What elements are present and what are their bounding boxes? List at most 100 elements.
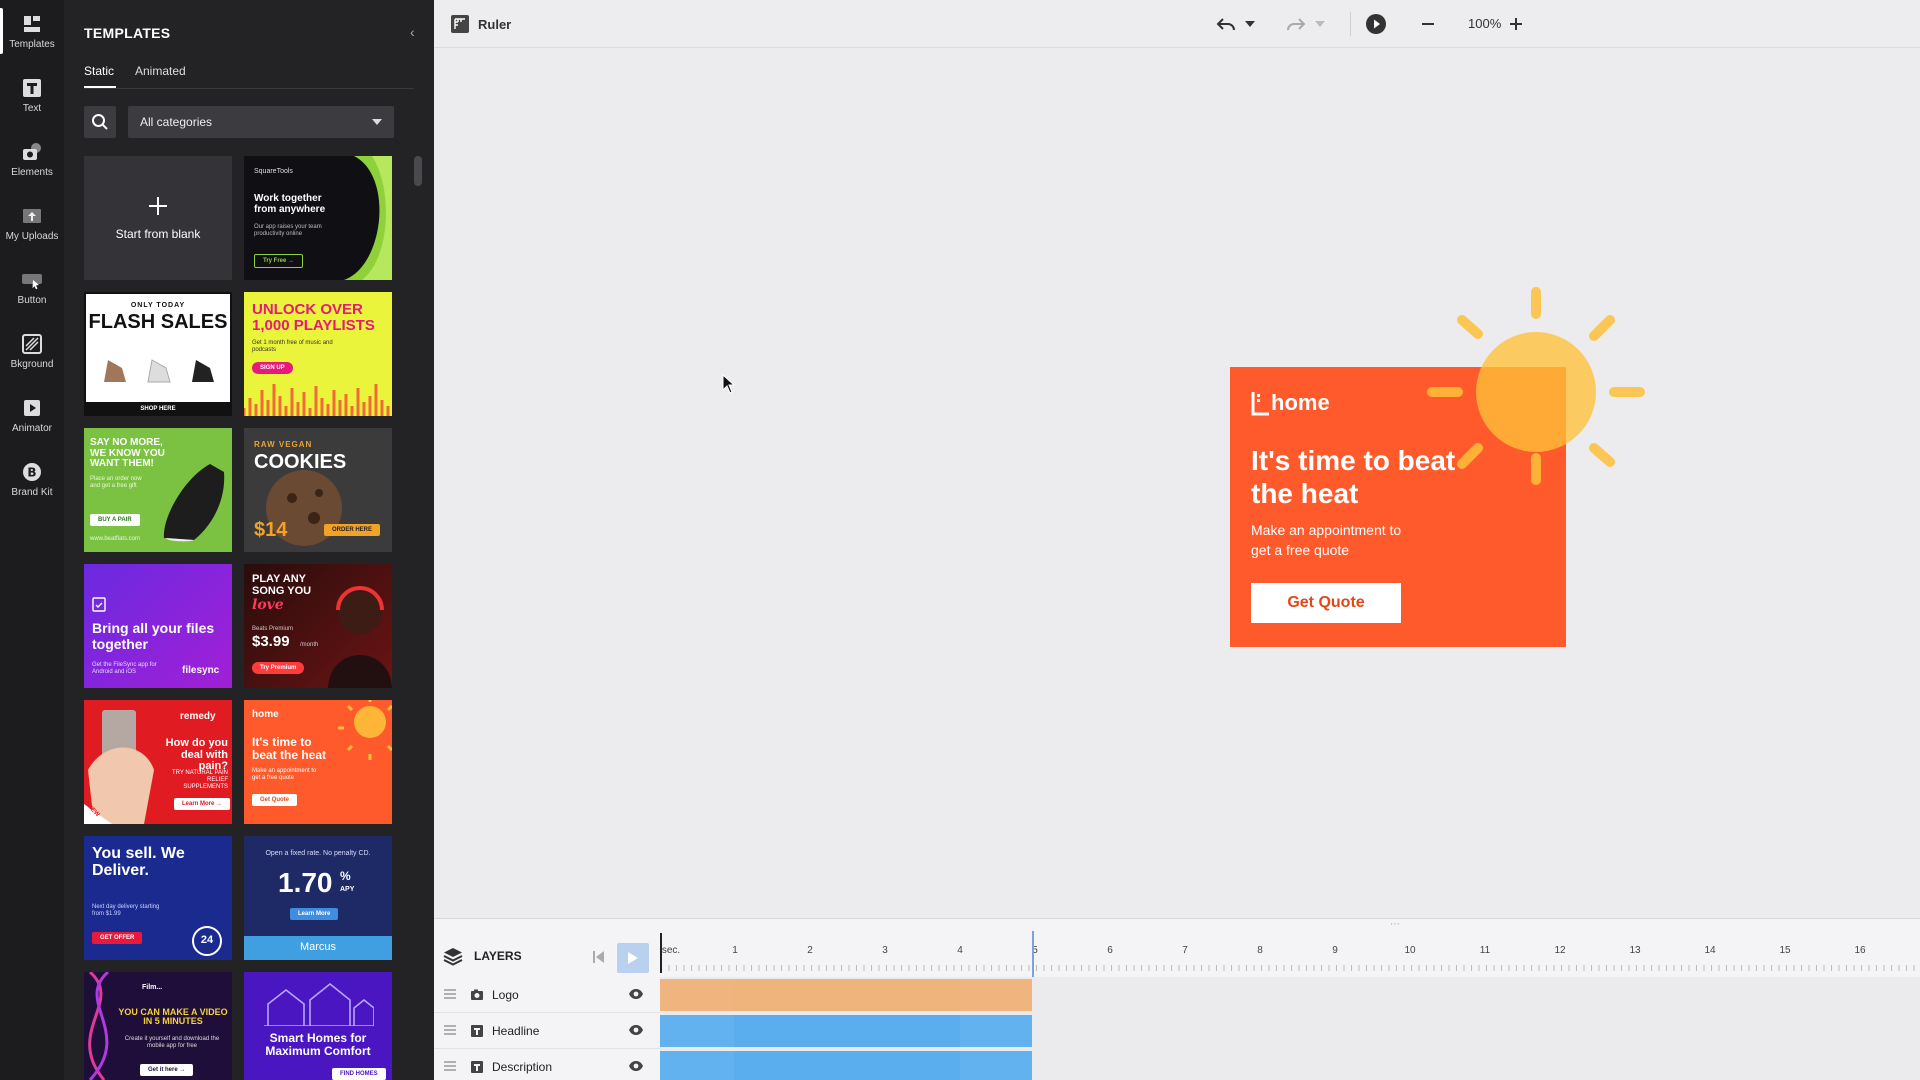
tile-title: YOU CAN MAKE A VIDEO IN 5 MINUTES [118, 1007, 228, 1027]
template-tile-cookies[interactable]: RAW VEGAN COOKIES $14 ORDER HERE [244, 428, 392, 552]
layer-track[interactable] [660, 977, 1920, 1013]
houses-art [264, 982, 374, 1026]
timeline-play-button[interactable] [617, 943, 649, 973]
preview-play-button[interactable] [1364, 12, 1388, 36]
ruler-button[interactable]: Ruler [450, 14, 511, 34]
tab-animated[interactable]: Animated [135, 64, 186, 78]
template-tile-sneaker[interactable]: SAY NO MORE, WE KNOW YOU WANT THEM! Plac… [84, 428, 232, 552]
category-select[interactable]: All categories [128, 106, 394, 138]
redo-history-dropdown[interactable] [1312, 12, 1328, 36]
rail-animator[interactable]: Animator [0, 386, 64, 444]
tile-rate: 1.70 [278, 867, 333, 898]
start-from-blank-tile[interactable]: Start from blank [84, 156, 232, 280]
tick-label: 7 [1182, 945, 1188, 956]
tab-static[interactable]: Static [84, 64, 117, 88]
collapse-panel-button[interactable]: ‹ [410, 24, 415, 40]
tile-cta: Learn More → [174, 798, 231, 810]
template-tile-flash-sales[interactable]: ONLY TODAY FLASH SALES SHOP HERE [84, 292, 232, 416]
layer-track[interactable] [660, 1013, 1920, 1049]
search-icon [92, 114, 108, 130]
sun-element[interactable] [1420, 280, 1660, 500]
rail-label: Templates [9, 38, 55, 50]
tile-badge: 24 [192, 926, 222, 956]
tile-cta: GET OFFER [92, 932, 143, 944]
rail-text[interactable]: Text [0, 66, 64, 124]
undo-history-dropdown[interactable] [1242, 12, 1258, 36]
sneaker-art [163, 464, 225, 542]
redo-button[interactable] [1284, 12, 1308, 36]
tile-title: Bring all your files together [92, 620, 215, 653]
rail-label: Text [22, 102, 42, 114]
playhead[interactable] [660, 933, 662, 973]
zoom-in-button[interactable] [1506, 12, 1526, 36]
tile-script: love [252, 597, 284, 613]
panel-scrollbar[interactable] [414, 156, 422, 186]
template-tile-squaretools[interactable]: SquareTools Work together from anywhere … [244, 156, 392, 280]
zoom-out-button[interactable] [1418, 12, 1438, 36]
skip-back-icon [593, 951, 604, 963]
layer-track[interactable] [660, 1049, 1920, 1080]
eye-icon[interactable] [628, 1060, 644, 1072]
rail-uploads[interactable]: My Uploads [0, 194, 64, 252]
plus-icon [149, 197, 167, 215]
drag-handle-icon[interactable] [444, 1061, 456, 1071]
tile-title: Work together from anywhere [254, 193, 326, 215]
rail-button[interactable]: Button [0, 258, 64, 316]
tick-label: 14 [1704, 945, 1716, 956]
tick-label: 9 [1332, 945, 1338, 956]
tile-brand: Marcus [244, 936, 392, 960]
tile-price: $3.99 [252, 633, 290, 650]
tile-sub: TRY NATURAL PAIN RELIEF SUPPLEMENTS [171, 770, 228, 791]
search-button[interactable] [84, 106, 116, 138]
undo-button[interactable] [1214, 12, 1238, 36]
template-tile-playlists[interactable]: UNLOCK OVER 1,000 PLAYLISTS Get 1 month … [244, 292, 392, 416]
template-tile-remedy[interactable]: NEW remedy How do you deal with pain? TR… [84, 700, 232, 824]
ruler-icon [451, 15, 469, 33]
ad-description[interactable]: Make an appointment to get a free quote [1251, 521, 1421, 560]
tile-apy: APY [340, 886, 355, 893]
template-tile-song[interactable]: PLAY ANY SONG YOU love Beats Premium $3.… [244, 564, 392, 688]
eye-icon[interactable] [628, 1024, 644, 1036]
tile-cta: SIGN UP [252, 362, 293, 374]
uploads-icon [23, 208, 41, 223]
tick-label: 1 [732, 945, 738, 956]
skip-to-start-button[interactable] [586, 943, 612, 971]
resize-handle[interactable]: ⋯ [1390, 919, 1401, 930]
template-tile-marcus[interactable]: Open a fixed rate. No penalty CD. 1.70 %… [244, 836, 392, 960]
tile-cta: BUY A PAIR [90, 514, 140, 526]
template-tile-smart-homes[interactable]: Smart Homes for Maximum Comfort FIND HOM… [244, 972, 392, 1080]
tile-brand: remedy [180, 711, 216, 722]
ad-logo[interactable]: home [1251, 390, 1330, 416]
template-tile-video[interactable]: Film... YOU CAN MAKE A VIDEO IN 5 MINUTE… [84, 972, 232, 1080]
layer-row-logo[interactable]: Logo [434, 977, 1920, 1013]
layer-row-headline[interactable]: Headline [434, 1013, 1920, 1049]
tile-title: Smart Homes for Maximum Comfort [265, 1031, 371, 1058]
time-unit-label: sec. [661, 945, 681, 956]
layer-row-description[interactable]: Description [434, 1049, 1920, 1080]
template-tile-home[interactable]: home It's time to beat the heat Make an … [244, 700, 392, 824]
get-quote-button[interactable]: Get Quote [1251, 583, 1401, 623]
rail-elements[interactable]: Elements [0, 130, 64, 188]
template-tile-deliver[interactable]: You sell. We Deliver. Next day delivery … [84, 836, 232, 960]
divider [1350, 12, 1351, 36]
tick-label: 2 [807, 945, 813, 956]
eye-icon[interactable] [628, 988, 644, 1000]
time-ruler[interactable]: sec. 1 2 3 4 5 6 7 8 9 10 11 12 13 14 15… [660, 933, 1920, 973]
tile-url: www.beatflats.com [90, 536, 141, 542]
tick-label: 3 [882, 945, 888, 956]
rail-templates[interactable]: Templates [0, 2, 64, 60]
play-icon [628, 952, 638, 964]
tile-sub: Our app raises your team productivity on… [254, 224, 322, 238]
tile-cta: SHOP HERE [86, 402, 230, 414]
layer-duration-bar[interactable] [660, 1051, 1032, 1080]
drag-handle-icon[interactable] [444, 989, 456, 999]
tile-sub: Get 1 month free of music and podcasts [252, 340, 333, 354]
layer-duration-bar[interactable] [660, 979, 1032, 1011]
tick-label: 13 [1629, 945, 1641, 956]
template-tile-filesync[interactable]: Bring all your files together Get the Fi… [84, 564, 232, 688]
tile-cta: Learn More [290, 908, 339, 920]
layer-duration-bar[interactable] [660, 1015, 1032, 1047]
rail-background[interactable]: Bkground [0, 322, 64, 380]
rail-brand-kit[interactable]: B Brand Kit [0, 450, 64, 508]
drag-handle-icon[interactable] [444, 1025, 456, 1035]
